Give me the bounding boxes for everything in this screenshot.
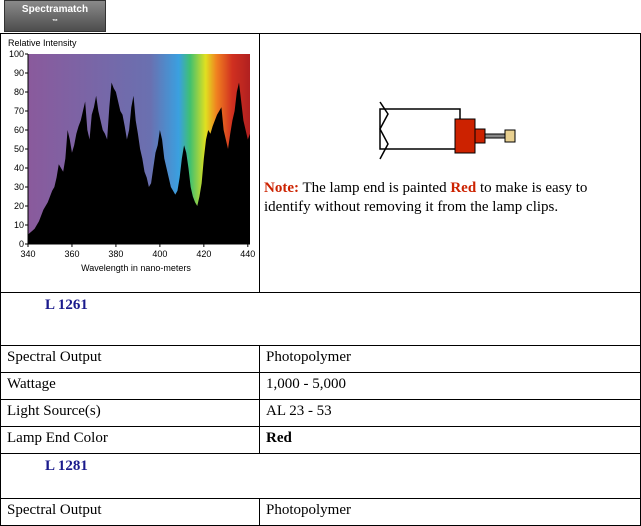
y-tick-label: 90: [14, 68, 24, 78]
product-name: L 1281: [45, 458, 88, 474]
x-tick-label: 360: [64, 249, 79, 259]
y-tick-label: 10: [14, 220, 24, 230]
y-tick-label: 60: [14, 125, 24, 135]
spec-value: AL 23 - 53: [259, 399, 641, 427]
table-row: Lamp End Color Red: [0, 426, 641, 454]
spec-value: Red: [259, 426, 641, 454]
x-tick-label: 380: [108, 249, 123, 259]
y-axis-label: Relative Intensity: [8, 38, 77, 48]
y-tick-label: 30: [14, 182, 24, 192]
product-name: L 1261: [45, 297, 88, 313]
spec-value: Photopolymer: [259, 498, 641, 526]
y-tick-label: 80: [14, 87, 24, 97]
spec-label: Spectral Output: [0, 345, 260, 373]
x-tick-label: 440: [240, 249, 255, 259]
x-tick-label: 340: [20, 249, 35, 259]
y-tick-label: 100: [9, 49, 24, 59]
table-row: Wattage 1,000 - 5,000: [0, 372, 641, 400]
spec-label: Spectral Output: [0, 498, 260, 526]
spec-label: Wattage: [0, 372, 260, 400]
spec-label: Lamp End Color: [0, 426, 260, 454]
lamp-spec-table: Relative Intensity 0 10 20 30 40 50 60 70 80 90 10…: [0, 33, 641, 526]
y-tick-label: 0: [19, 239, 24, 249]
y-tick-label: 50: [14, 144, 24, 154]
spectrum-chart-cell: Relative Intensity 0 10 20 30 40 50 60 70 80 90 10…: [0, 33, 260, 293]
x-axis-label: Wavelength in nano-meters: [81, 263, 191, 273]
y-tick-label: 20: [14, 201, 24, 211]
logo-line1: Spectramatch: [21, 4, 89, 15]
table-row: Light Source(s) AL 23 - 53: [0, 399, 641, 427]
product-header-l1281: L 1281: [0, 453, 641, 499]
x-tick-label: 420: [196, 249, 211, 259]
lamp-end-cell: Note: The lamp end is painted Red to mak…: [259, 33, 641, 293]
x-tick-label: 400: [152, 249, 167, 259]
lamp-end-note: Note: The lamp end is painted Red to mak…: [260, 179, 640, 217]
spec-value: Photopolymer: [259, 345, 641, 373]
table-row: Spectral Output Photopolymer: [0, 498, 641, 526]
logo-tm: ™: [52, 19, 58, 25]
table-row: Spectral Output Photopolymer: [0, 345, 641, 373]
note-text-before: The lamp end is painted: [298, 180, 451, 196]
y-tick-label: 40: [14, 163, 24, 173]
spec-label: Light Source(s): [0, 399, 260, 427]
lamp-end-illustration: [379, 101, 516, 160]
note-label: Note:: [264, 180, 299, 196]
spectrum-chart: Relative Intensity 0 10 20 30 40 50 60 70 80 90 10…: [8, 38, 255, 273]
product-header-l1261: L 1261: [0, 292, 641, 346]
note-color-word: Red: [450, 180, 477, 196]
y-tick-label: 70: [14, 106, 24, 116]
spec-value: 1,000 - 5,000: [259, 372, 641, 400]
spectramatch-lamps-logo-button[interactable]: Spectramatch ™ Lamps: [4, 0, 106, 43]
